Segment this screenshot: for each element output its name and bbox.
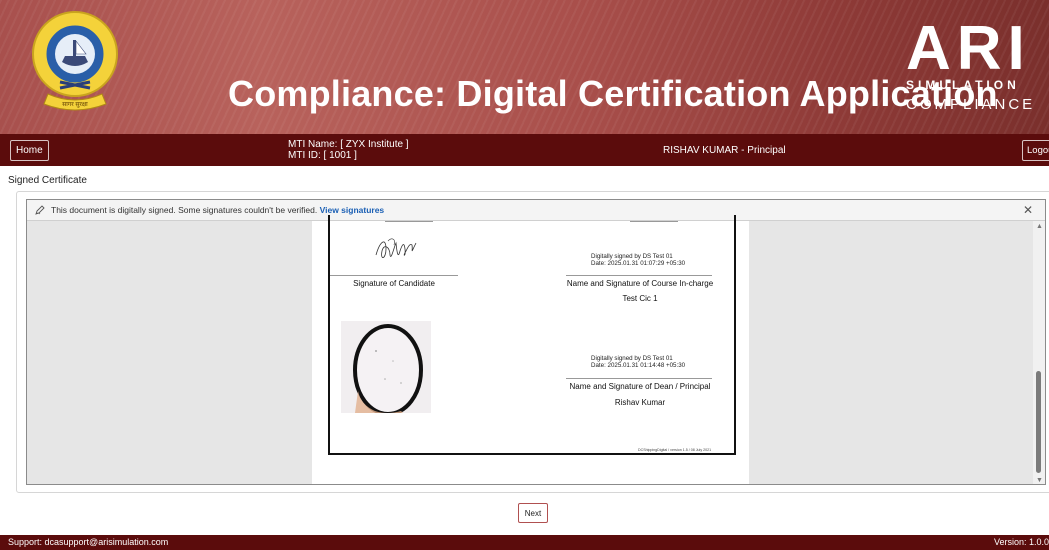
candidate-photo [341,321,431,413]
mti-info: MTI Name: [ ZYX Institute ] MTI ID: [ 10… [288,139,409,161]
course-signature-line [566,275,712,276]
scrollbar-thumb[interactable] [1036,371,1041,473]
next-button[interactable]: Next [518,503,548,523]
ds-date: Date: 2025.01.31 01:14:48 +05:30 [591,361,686,369]
app-version: Version: 1.0.0 [993,537,1049,547]
top-navbar: Home MTI Name: [ ZYX Institute ] MTI ID:… [0,134,1049,166]
dean-digital-signature: Digitally signed by DS Test 01 Date: 202… [591,355,686,369]
mti-id: MTI ID: [ 1001 ] [288,150,357,161]
vertical-scrollbar[interactable]: ▲ ▼ [1033,221,1045,484]
candidate-signature-line [330,275,458,276]
scroll-up-icon[interactable]: ▲ [1036,223,1043,230]
dean-caption: Name and Signature of Dean / Principal [569,382,711,391]
logout-button[interactable]: Logout [1022,140,1049,161]
home-button[interactable]: Home [10,140,49,161]
candidate-signature-caption: Signature of Candidate [353,279,435,288]
logo-subtitle-compliance: COMPLIANCE [906,96,1036,113]
course-incharge-name: Test Cic 1 [622,294,658,303]
page-footer: Support: dcasupport@arisimulation.com Ve… [0,535,1049,550]
page-title: Compliance: Digital Certification Applic… [228,73,998,114]
section-title: Signed Certificate [8,175,87,186]
close-icon[interactable]: ✕ [1023,200,1033,220]
dean-name: Rishav Kumar [614,398,666,407]
logo-text: ARI [906,14,1031,83]
course-digital-signature: Digitally signed by DS Test 01 Date: 202… [591,253,686,267]
view-signatures-link[interactable]: View signatures [320,205,385,215]
document-version-footer: DCShippingDigital / version 1.5 / 08 Jul… [638,448,712,452]
signature-pen-icon [35,205,45,215]
signature-notice-text: This document is digitally signed. Some … [51,205,318,215]
ds-date: Date: 2025.01.31 01:07:29 +05:30 [591,259,686,267]
candidate-photo-image [341,321,431,413]
ari-simulation-logo: ARI SIMULATION COMPLIANCE [898,18,1038,118]
dean-signature-line [566,378,712,379]
svg-text:सागर सुरक्षा: सागर सुरक्षा [62,102,88,108]
candidate-signature-image [375,238,417,258]
divider [630,221,678,222]
divider [385,221,433,222]
logo-subtitle-simulation: SIMULATION [906,78,1020,92]
mti-name: MTI Name: [ ZYX Institute ] [288,139,409,150]
dg-shipping-emblem: सागर सुरक्षा [32,11,118,111]
pdf-page: Signature of Candidate Digitally signed … [312,215,749,484]
pdf-viewer[interactable]: This document is digitally signed. Some … [26,199,1046,485]
course-incharge-caption: Name and Signature of Course In-charge [566,279,714,288]
user-name: RISHAV KUMAR - Principal [663,145,786,156]
header-banner: सागर सुरक्षा Compliance: Digital Certifi… [0,0,1049,134]
scroll-down-icon[interactable]: ▼ [1036,477,1043,484]
support-email: Support: dcasupport@arisimulation.com [8,537,169,547]
